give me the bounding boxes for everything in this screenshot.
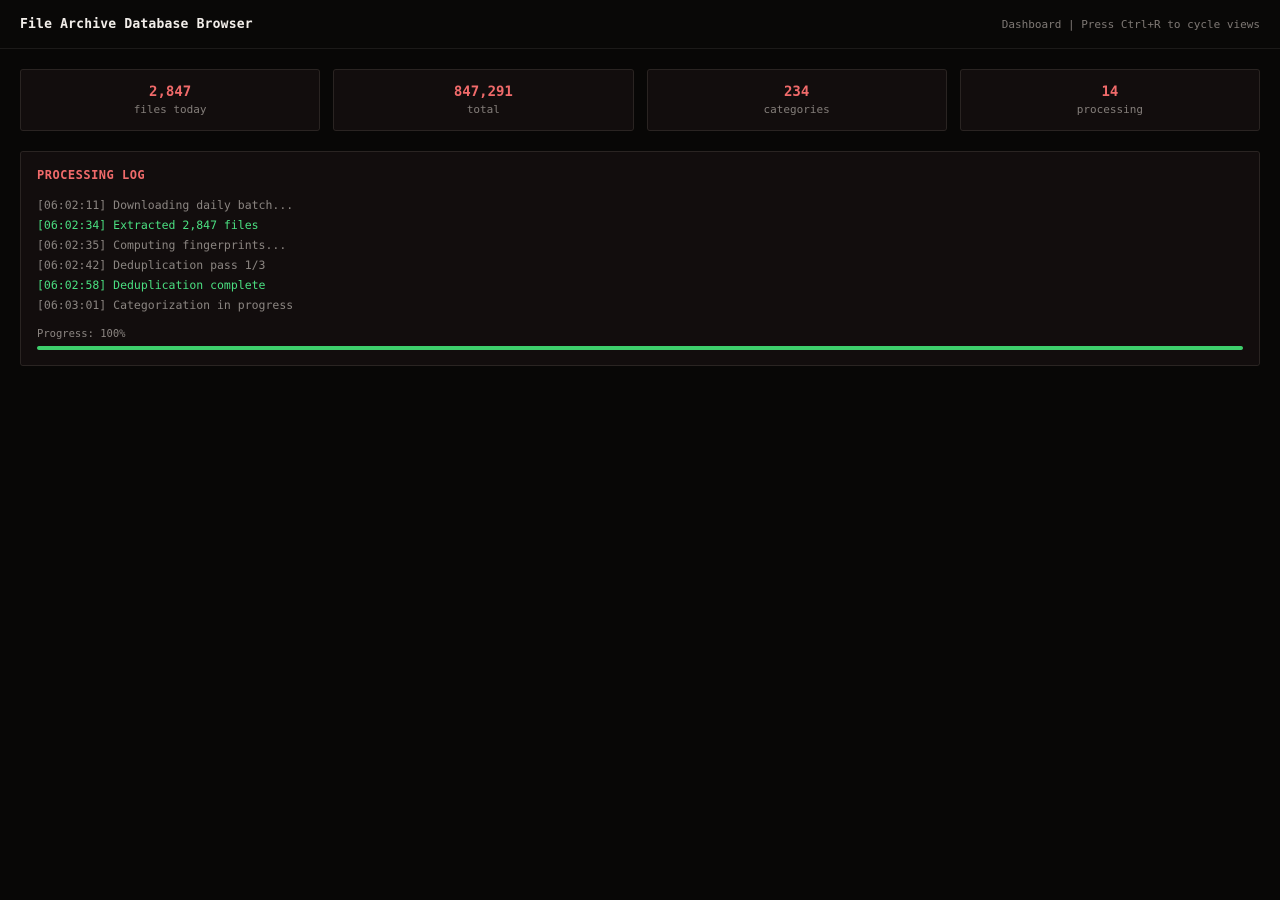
log-line: [06:02:58] Deduplication complete bbox=[37, 278, 266, 292]
progress-bar-fill bbox=[37, 346, 1243, 350]
view-hint: Dashboard | Press Ctrl+R to cycle views bbox=[1001, 17, 1260, 31]
log-line: [06:02:35] Computing fingerprints... bbox=[37, 238, 287, 252]
stat-card-categories: 234 categories bbox=[646, 69, 947, 131]
stat-value: 2,847 bbox=[149, 83, 192, 100]
stat-value: 234 bbox=[783, 83, 810, 100]
app-header: File Archive Database Browser Dashboard … bbox=[0, 0, 1280, 49]
stat-label: categories bbox=[763, 102, 830, 116]
log-line: [06:02:42] Deduplication pass 1/3 bbox=[37, 258, 266, 272]
stat-card-files-today: 2,847 files today bbox=[20, 69, 321, 131]
log-line: [06:02:11] Downloading daily batch... bbox=[37, 198, 294, 212]
progress-bar bbox=[37, 346, 1243, 350]
progress-label: Progress: 100% bbox=[37, 328, 126, 340]
processing-log-panel: PROCESSING LOG [06:02:11] Downloading da… bbox=[20, 151, 1260, 366]
stat-label: files today bbox=[133, 102, 207, 116]
stat-value: 847,291 bbox=[453, 83, 513, 100]
stat-label: total bbox=[466, 102, 500, 116]
log-lines: [06:02:11] Downloading daily batch... [0… bbox=[37, 195, 1243, 315]
stat-label: processing bbox=[1076, 102, 1143, 116]
stat-card-total: 847,291 total bbox=[333, 69, 634, 131]
log-title: PROCESSING LOG bbox=[37, 168, 146, 182]
stats-row: 2,847 files today 847,291 total 234 cate… bbox=[0, 49, 1280, 131]
stat-card-processing: 14 processing bbox=[959, 69, 1260, 131]
stat-value: 14 bbox=[1101, 83, 1119, 100]
app-title: File Archive Database Browser bbox=[20, 16, 253, 32]
log-line: [06:02:34] Extracted 2,847 files bbox=[37, 218, 259, 232]
log-line: [06:03:01] Categorization in progress bbox=[37, 298, 294, 312]
